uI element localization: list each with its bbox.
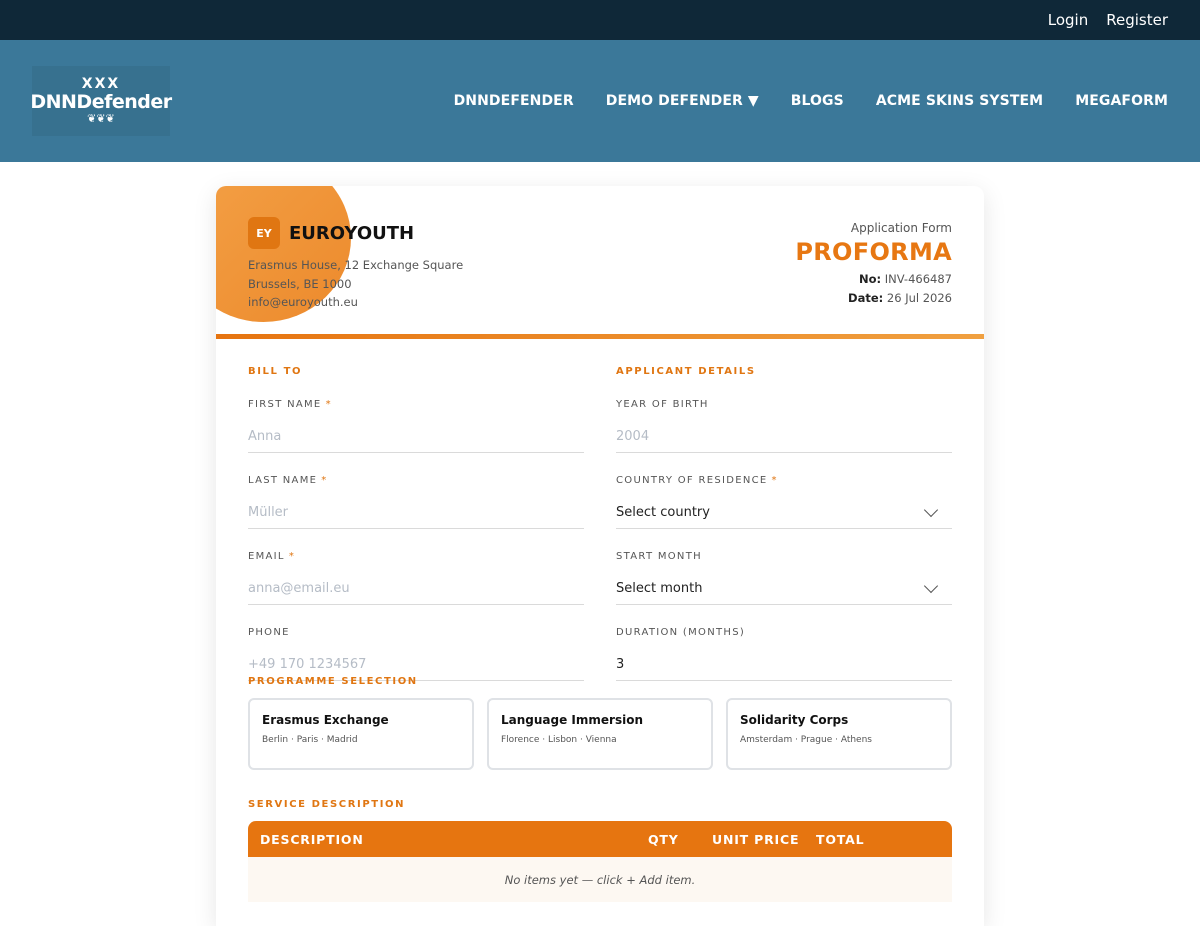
- last-name-label: LAST NAME: [248, 475, 318, 486]
- logo-text: DNNDefender: [30, 91, 172, 113]
- programme-option-erasmus-exchange[interactable]: Erasmus Exchange Berlin · Paris · Madrid: [248, 698, 474, 770]
- site-logo[interactable]: XXX DNNDefender ❦❦❦: [30, 66, 172, 136]
- last-name-placeholder: Müller: [248, 505, 289, 520]
- duration-label: DURATION (MONTHS): [616, 627, 746, 638]
- logo-swords-icon: XXX: [81, 76, 121, 92]
- year-of-birth-label: YEAR OF BIRTH: [616, 399, 709, 410]
- applicant-details-title: APPLICANT DETAILS: [616, 366, 756, 377]
- required-marker: *: [771, 475, 778, 486]
- programme-option-solidarity-corps[interactable]: Solidarity Corps Amsterdam · Prague · At…: [726, 698, 952, 770]
- first-name-placeholder: Anna: [248, 429, 282, 444]
- duration-value: 3: [616, 657, 625, 672]
- country-selected-value: Select country: [616, 505, 710, 520]
- empty-table-message: No items yet — click + Add item.: [248, 857, 952, 902]
- col-description: DESCRIPTION: [260, 832, 364, 847]
- col-qty: QTY: [648, 832, 679, 847]
- programme-options: Erasmus Exchange Berlin · Paris · Madrid…: [248, 698, 952, 770]
- required-marker: *: [321, 475, 328, 486]
- start-month-selected-value: Select month: [616, 581, 703, 596]
- main-menu: DNNDEFENDER DEMO DEFENDER ▼ BLOGS ACME S…: [454, 93, 1168, 109]
- email-group: EMAIL * anna@email.eu: [248, 551, 584, 605]
- logo-laurel-icon: ❦❦❦: [87, 112, 115, 125]
- nav-acme-skins-system[interactable]: ACME SKINS SYSTEM: [876, 93, 1043, 109]
- year-of-birth-group: YEAR OF BIRTH 2004: [616, 399, 952, 453]
- main-navbar: XXX DNNDefender ❦❦❦ DNNDEFENDER DEMO DEF…: [0, 40, 1200, 162]
- email-input[interactable]: anna@email.eu: [248, 573, 584, 605]
- year-of-birth-input[interactable]: 2004: [616, 421, 952, 453]
- login-link[interactable]: Login: [1048, 11, 1088, 29]
- required-marker: *: [325, 399, 332, 410]
- programme-cities: Florence · Lisbon · Vienna: [501, 735, 617, 745]
- first-name-group: FIRST NAME * Anna: [248, 399, 584, 453]
- phone-placeholder: +49 170 1234567: [248, 657, 367, 672]
- bill-to-section: BILL TO FIRST NAME * Anna LAST NAME * Müll…: [248, 366, 584, 681]
- programme-cities: Amsterdam · Prague · Athens: [740, 735, 872, 745]
- nav-dnndefender[interactable]: DNNDEFENDER: [454, 93, 574, 109]
- programme-name: Erasmus Exchange: [262, 713, 389, 727]
- first-name-input[interactable]: Anna: [248, 421, 584, 453]
- programme-selection-title: PROGRAMME SELECTION: [248, 676, 418, 687]
- col-unit-price: UNIT PRICE: [712, 832, 800, 847]
- bill-to-title: BILL TO: [248, 366, 303, 377]
- col-total: TOTAL: [816, 832, 865, 847]
- phone-group: PHONE +49 170 1234567: [248, 627, 584, 681]
- start-month-select[interactable]: Select month: [616, 573, 952, 605]
- year-of-birth-placeholder: 2004: [616, 429, 650, 444]
- country-select[interactable]: Select country: [616, 497, 952, 529]
- chevron-down-icon: [923, 502, 939, 517]
- register-link[interactable]: Register: [1106, 11, 1168, 29]
- table-header: DESCRIPTION QTY UNIT PRICE TOTAL: [248, 821, 952, 857]
- service-description-title: SERVICE DESCRIPTION: [248, 799, 406, 810]
- applicant-details-section: APPLICANT DETAILS YEAR OF BIRTH 2004 COU…: [616, 366, 952, 681]
- nav-blogs[interactable]: BLOGS: [791, 93, 844, 109]
- chevron-down-icon: [923, 578, 939, 593]
- programme-name: Solidarity Corps: [740, 713, 849, 727]
- country-label: COUNTRY OF RESIDENCE: [616, 475, 768, 486]
- last-name-group: LAST NAME * Müller: [248, 475, 584, 529]
- form-columns: BILL TO FIRST NAME * Anna LAST NAME * Müll…: [248, 366, 952, 681]
- nav-demo-defender[interactable]: DEMO DEFENDER ▼: [606, 93, 759, 109]
- programme-cities: Berlin · Paris · Madrid: [262, 735, 358, 745]
- email-placeholder: anna@email.eu: [248, 581, 350, 596]
- start-month-label: START MONTH: [616, 551, 702, 562]
- programme-option-language-immersion[interactable]: Language Immersion Florence · Lisbon · V…: [487, 698, 713, 770]
- programme-name: Language Immersion: [501, 713, 643, 727]
- top-bar: Login Register: [0, 0, 1200, 40]
- service-items-table: DESCRIPTION QTY UNIT PRICE TOTAL No item…: [248, 821, 952, 902]
- form-body: BILL TO FIRST NAME * Anna LAST NAME * Müll…: [216, 186, 984, 902]
- last-name-input[interactable]: Müller: [248, 497, 584, 529]
- duration-input[interactable]: 3: [616, 649, 952, 681]
- duration-group: DURATION (MONTHS) 3: [616, 627, 952, 681]
- start-month-group: START MONTH Select month: [616, 551, 952, 605]
- nav-megaform[interactable]: MEGAFORM: [1075, 93, 1168, 109]
- first-name-label: FIRST NAME: [248, 399, 322, 410]
- required-marker: *: [288, 551, 296, 562]
- email-label: EMAIL: [248, 551, 285, 562]
- phone-label: PHONE: [248, 627, 290, 638]
- country-group: COUNTRY OF RESIDENCE * Select country: [616, 475, 952, 529]
